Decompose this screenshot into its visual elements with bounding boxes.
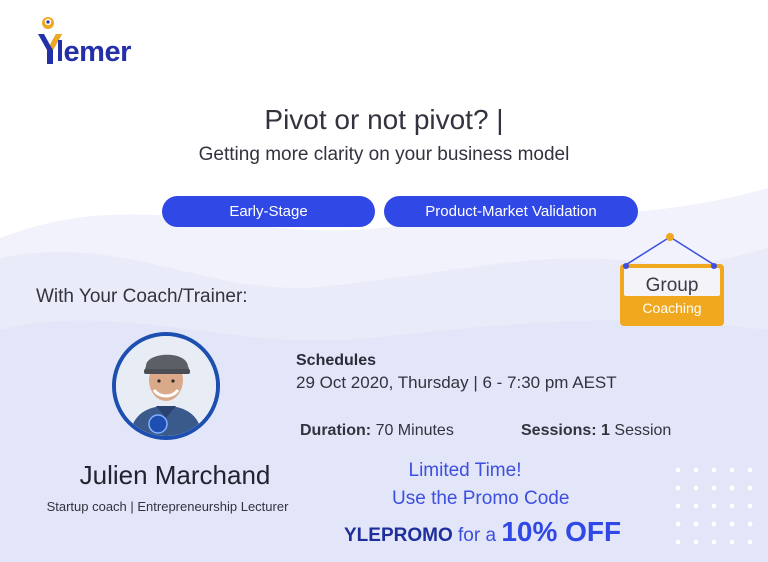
brand-name: lemer [56, 36, 131, 68]
promo-headline: Limited Time! [408, 460, 522, 481]
sessions-count: 1 [601, 422, 610, 439]
promo-discount: 10% OFF [501, 516, 622, 547]
promo-offer: YLEPROMO for a 10% OFF [344, 516, 621, 548]
promo-instruction: Use the Promo Code [392, 488, 570, 509]
promo-code[interactable]: YLEPROMO [344, 525, 453, 546]
badge-subtitle: Coaching [642, 300, 702, 316]
duration-info: Duration: 70 Minutes [300, 422, 454, 440]
coach-avatar [112, 332, 220, 440]
page-subtitle: Getting more clarity on your business mo… [198, 144, 570, 165]
promo-for-a: for a [458, 525, 497, 546]
duration-label: Duration: [300, 422, 372, 439]
dots-pattern-icon [675, 467, 753, 545]
tag-product-market-validation[interactable]: Product-Market Validation [384, 196, 638, 227]
sessions-unit: Session [614, 422, 672, 439]
sessions-label: Sessions: [521, 422, 597, 439]
coach-name: Julien Marchand [79, 460, 271, 490]
page-title: Pivot or not pivot? | [264, 104, 504, 135]
coach-role: Startup coach | Entrepreneurship Lecture… [46, 499, 289, 514]
coach-heading: With Your Coach/Trainer: [36, 286, 248, 307]
duration-value: 70 Minutes [375, 422, 454, 439]
schedule-value: 29 Oct 2020, Thursday | 6 - 7:30 pm AEST [296, 373, 617, 392]
tag-early-stage[interactable]: Early-Stage [162, 196, 375, 227]
badge-title: Group [645, 275, 699, 296]
schedule-label: Schedules [296, 352, 377, 369]
sessions-info: Sessions: 1 Session [521, 422, 671, 440]
